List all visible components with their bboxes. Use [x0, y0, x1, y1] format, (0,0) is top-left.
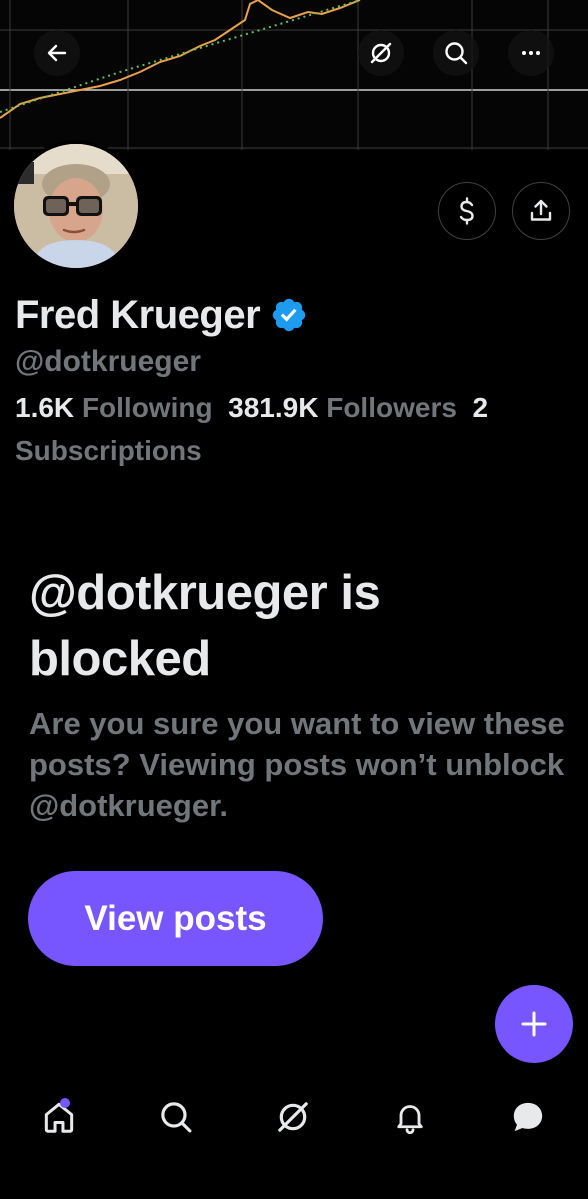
plus-icon [521, 1011, 547, 1037]
home-notification-dot [60, 1098, 70, 1108]
followers-link[interactable]: 381.9K Followers [228, 392, 457, 423]
banner-chart-image [0, 0, 588, 150]
profile-banner[interactable] [0, 0, 588, 150]
bottom-nav [0, 1078, 588, 1152]
back-button[interactable] [34, 30, 80, 76]
blocked-description: Are you sure you want to view these post… [29, 706, 565, 823]
back-arrow-icon [47, 44, 67, 62]
profile-avatar[interactable] [10, 140, 142, 272]
followers-label: Followers [326, 392, 457, 423]
search-icon [445, 42, 468, 65]
blocked-title: @dotkrueger is blocked [29, 566, 381, 686]
nav-notifications[interactable] [385, 1092, 435, 1142]
share-button[interactable] [512, 182, 570, 240]
search-icon [161, 1102, 192, 1133]
notifications-icon [397, 1105, 423, 1135]
grok-button[interactable] [358, 30, 404, 76]
nav-messages[interactable] [503, 1092, 553, 1142]
profile-name-row: Fred Krueger [15, 292, 308, 338]
view-posts-button[interactable]: View posts [28, 871, 323, 966]
compose-fab[interactable] [495, 985, 573, 1063]
grok-icon [278, 1102, 308, 1132]
subscriptions-count: 2 [472, 392, 489, 423]
subscriptions-label: Subscriptions [15, 435, 202, 466]
subscribe-dollar-icon [459, 197, 474, 225]
following-label: Following [81, 392, 213, 423]
subscribe-button[interactable] [438, 182, 496, 240]
search-button[interactable] [433, 30, 479, 76]
home-icon [44, 1102, 74, 1133]
followers-count: 381.9K [228, 392, 319, 423]
profile-name: Fred Krueger [15, 293, 261, 337]
share-icon [530, 199, 552, 221]
profile-stats: 1.6K Following 381.9K Followers 2 Subscr… [15, 386, 575, 472]
grok-icon [370, 42, 392, 64]
avatar-photo [14, 144, 138, 268]
messages-icon [513, 1102, 543, 1132]
more-icon [522, 51, 540, 55]
nav-search[interactable] [151, 1092, 201, 1142]
following-link[interactable]: 1.6K Following [15, 392, 213, 423]
nav-grok[interactable] [268, 1092, 318, 1142]
more-button[interactable] [508, 30, 554, 76]
verified-badge-icon[interactable] [270, 296, 308, 334]
nav-home[interactable] [34, 1092, 84, 1142]
following-count: 1.6K [15, 392, 75, 423]
profile-handle: @dotkrueger [15, 345, 201, 378]
